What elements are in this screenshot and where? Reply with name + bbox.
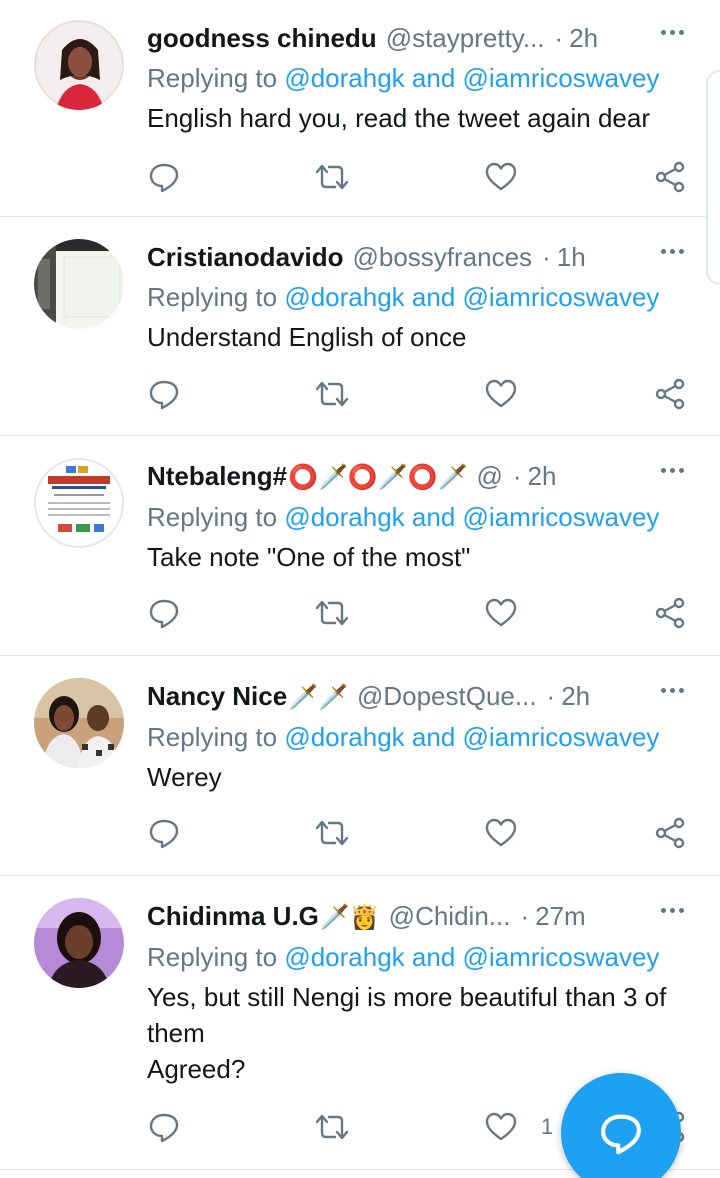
name-emoji: 🗡️👸 [319, 903, 380, 931]
avatar[interactable] [34, 20, 124, 110]
separator-dot: · [554, 23, 564, 53]
compose-reply-icon [601, 1114, 641, 1155]
author-handle[interactable]: @ [476, 458, 502, 494]
separator-dot: · [546, 681, 556, 711]
mention-link[interactable]: @iamricoswavey [463, 63, 660, 93]
tweet-text: English hard you, read the tweet again d… [147, 103, 651, 133]
timestamp[interactable]: 1h [557, 239, 586, 275]
tweet-text: Take note "One of the most" [147, 542, 471, 572]
more-options-icon[interactable] [661, 688, 684, 693]
like-icon[interactable] [484, 816, 518, 850]
author-name[interactable]: Nancy Nice [147, 678, 287, 714]
author-handle[interactable]: @bossyfrances [352, 239, 532, 275]
reply-icon[interactable] [147, 160, 181, 194]
tweet[interactable]: Ntebaleng# ⭕🗡️⭕🗡️⭕🗡️ @ · 2h Replying to … [0, 436, 720, 656]
like-count: 1 [541, 1114, 554, 1139]
author-name[interactable]: Cristianodavido [147, 239, 343, 275]
mention-and[interactable]: and [412, 63, 455, 93]
author-name[interactable]: Chidinma U.G [147, 898, 319, 934]
reply-icon[interactable] [147, 816, 181, 850]
reply-icon[interactable] [147, 377, 181, 411]
mention-and[interactable]: and [412, 722, 455, 752]
replying-to-label: Replying to [147, 722, 278, 752]
more-options-icon[interactable] [661, 30, 684, 35]
mention-link[interactable]: @dorahgk [284, 722, 404, 752]
share-icon[interactable] [653, 816, 687, 850]
mention-link[interactable]: @iamricoswavey [463, 502, 660, 532]
retweet-icon[interactable] [315, 377, 349, 411]
replying-to-line: Replying to @dorahgk and @iamricoswavey [147, 60, 700, 96]
tweet-text: Yes, but still Nengi is more beautiful t… [147, 982, 667, 1048]
mention-link[interactable]: @dorahgk [284, 63, 404, 93]
replying-to-line: Replying to @dorahgk and @iamricoswavey [147, 719, 700, 755]
mention-link[interactable]: @dorahgk [284, 942, 404, 972]
replying-to-label: Replying to [147, 502, 278, 532]
retweet-icon[interactable] [315, 816, 349, 850]
replying-to-line: Replying to @dorahgk and @iamricoswavey [147, 939, 700, 975]
like-icon[interactable] [484, 596, 518, 630]
author-handle[interactable]: @DopestQue... [357, 678, 537, 714]
separator-dot: · [542, 242, 551, 272]
author-name[interactable]: goodness chinedu [147, 20, 377, 56]
share-icon[interactable] [653, 377, 687, 411]
replying-to-line: Replying to @dorahgk and @iamricoswavey [147, 279, 700, 315]
name-emoji: 🗡️🗡️ [288, 683, 348, 711]
avatar[interactable] [34, 898, 124, 988]
mention-and[interactable]: and [412, 502, 455, 532]
share-icon[interactable] [653, 160, 687, 194]
timestamp[interactable]: 2h [528, 458, 557, 494]
separator-dot: · [512, 461, 522, 491]
tweet-actions [147, 377, 692, 417]
avatar[interactable] [34, 239, 124, 329]
separator-dot: · [520, 901, 530, 931]
author-handle[interactable]: @Chidin... [389, 898, 511, 934]
author-handle[interactable]: @staypretty... [386, 20, 545, 56]
retweet-icon[interactable] [315, 160, 349, 194]
mention-link[interactable]: @dorahgk [284, 502, 404, 532]
mention-link[interactable]: @iamricoswavey [463, 722, 660, 752]
tweet-text: Werey [147, 762, 222, 792]
tweet-actions [147, 816, 692, 856]
replying-to-label: Replying to [147, 63, 278, 93]
replying-to-label: Replying to [147, 942, 278, 972]
replying-to-label: Replying to [147, 282, 278, 312]
retweet-icon[interactable] [315, 596, 349, 630]
timestamp[interactable]: 2h [561, 678, 590, 714]
mention-link[interactable]: @dorahgk [284, 282, 404, 312]
like-icon[interactable] [484, 377, 518, 411]
mention-link[interactable]: @iamricoswavey [463, 942, 660, 972]
tweet-text: Understand English of once [147, 322, 467, 352]
scroll-edge [706, 70, 720, 285]
tweet[interactable]: Cristianodavido @bossyfrances · 1h Reply… [0, 217, 720, 436]
replying-to-line: Replying to @dorahgk and @iamricoswavey [147, 499, 700, 535]
tweet[interactable]: Nancy Nice 🗡️🗡️ @DopestQue... · 2h Reply… [0, 656, 720, 876]
mention-and[interactable]: and [412, 942, 455, 972]
name-emoji: ⭕🗡️⭕🗡️⭕🗡️ [288, 463, 468, 491]
tweet[interactable]: goodness chinedu @staypretty... · 2h Rep… [0, 0, 720, 217]
reply-icon[interactable] [147, 596, 181, 630]
avatar[interactable] [34, 458, 124, 548]
retweet-icon[interactable] [315, 1110, 349, 1144]
timestamp[interactable]: 27m [535, 898, 586, 934]
more-options-icon[interactable] [661, 908, 684, 913]
mention-link[interactable]: @iamricoswavey [463, 282, 660, 312]
share-icon[interactable] [653, 596, 687, 630]
tweet-feed: goodness chinedu @staypretty... · 2h Rep… [0, 0, 720, 1170]
more-options-icon[interactable] [661, 468, 684, 473]
tweet-actions [147, 160, 692, 200]
timestamp[interactable]: 2h [569, 20, 598, 56]
author-name[interactable]: Ntebaleng# [147, 458, 287, 494]
more-options-icon[interactable] [661, 249, 684, 254]
reply-icon[interactable] [147, 1110, 181, 1144]
like-icon[interactable] [484, 1110, 518, 1144]
mention-and[interactable]: and [412, 282, 455, 312]
tweet-actions [147, 596, 692, 636]
avatar[interactable] [34, 678, 124, 768]
like-icon[interactable] [484, 160, 518, 194]
